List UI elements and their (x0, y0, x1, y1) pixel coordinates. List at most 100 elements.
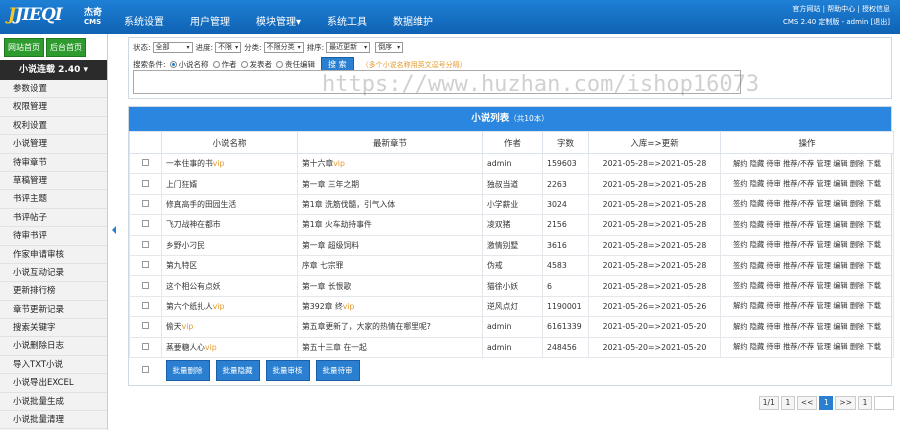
page-current[interactable]: 1 (819, 396, 834, 410)
sidebar-item-4[interactable]: 待审章节 (0, 154, 107, 172)
author-cell[interactable]: 独叔当道 (482, 173, 543, 195)
latest-chapter[interactable]: 第1章 火车劫持事件 (302, 220, 372, 229)
site-home-button[interactable]: 网站首页 (4, 37, 44, 57)
latest-chapter[interactable]: 序章 七宗罪 (302, 261, 343, 270)
radio-novel-name[interactable] (169, 61, 177, 68)
novel-name[interactable]: 蒸要糖人心 (166, 343, 205, 352)
latest-chapter-cell[interactable]: 第一章 三年之期 (297, 173, 483, 195)
sidebar-item-9[interactable]: 作家申请审核 (0, 246, 107, 264)
collapse-arrow-icon[interactable] (112, 226, 116, 234)
novel-name-cell[interactable]: 上门狂婿 (161, 173, 298, 195)
latest-chapter-cell[interactable]: 序章 七宗罪 (297, 254, 483, 277)
novel-name-cell[interactable]: 飞刀战神在都市 (161, 214, 298, 236)
sidebar-item-13[interactable]: 搜索关键字 (0, 319, 107, 338)
batch-button-2[interactable]: 批量审核 (265, 360, 310, 382)
latest-chapter[interactable]: 第五章更新了，大家的热情在哪里呢? (302, 322, 431, 331)
author-cell[interactable]: 激情别墅 (482, 234, 543, 256)
latest-chapter-cell[interactable]: 第1章 洗筋伐髓，引气入体 (297, 193, 483, 216)
latest-chapter[interactable]: 第392章 终 (302, 302, 343, 311)
sidebar-item-5[interactable]: 草稿管理 (0, 172, 107, 191)
sidebar-item-14[interactable]: 小说删除日志 (0, 337, 107, 356)
latest-chapter[interactable]: 第五十三章 在一起 (302, 343, 367, 352)
search-textarea[interactable] (133, 70, 741, 94)
sidebar-item-11[interactable]: 更新排行榜 (0, 282, 107, 301)
row-checkbox[interactable] (142, 240, 149, 248)
novel-name[interactable]: 上门狂婿 (166, 180, 197, 189)
operations-cell[interactable]: 签约 隐藏 待审 推荐/不荐 管理 编辑 删除 下载 (720, 214, 894, 236)
sidebar-item-10[interactable]: 小说互动记录 (0, 264, 107, 283)
novel-name[interactable]: 第九特区 (166, 261, 197, 270)
page-prev[interactable]: << (796, 396, 818, 410)
novel-name-cell[interactable]: 这个相公有点妖 (161, 275, 298, 297)
sidebar-item-12[interactable]: 章节更新记录 (0, 301, 107, 320)
latest-chapter[interactable]: 第一章 长恨歌 (302, 282, 351, 291)
status-select[interactable]: 全部 ▾ (152, 42, 193, 53)
row-checkbox[interactable] (142, 322, 149, 330)
row-checkbox[interactable] (142, 199, 149, 207)
row-checkbox[interactable] (142, 342, 149, 350)
row-checkbox[interactable] (142, 179, 149, 187)
sort-select[interactable]: 最近更新 ▾ (326, 42, 371, 53)
sidebar-item-1[interactable]: 权限管理 (0, 98, 107, 117)
novel-name[interactable]: 这个相公有点妖 (166, 282, 221, 291)
operations-cell[interactable]: 签约 隐藏 待审 推荐/不荐 管理 编辑 删除 下载 (720, 173, 894, 195)
top-nav-item-1[interactable]: 用户管理 (190, 13, 230, 28)
operations-cell[interactable]: 签约 隐藏 待审 推荐/不荐 管理 编辑 删除 下载 (720, 193, 894, 216)
help-center-link[interactable]: 帮助中心 (827, 5, 855, 13)
latest-chapter-cell[interactable]: 第五十三章 在一起 (297, 336, 483, 358)
sidebar-item-18[interactable]: 小说批量清理 (0, 411, 107, 430)
batch-button-0[interactable]: 批量删除 (165, 360, 210, 382)
top-nav-item-2[interactable]: 模块管理▾ (256, 13, 301, 28)
operations-cell[interactable]: 解约 隐藏 待审 推荐/不荐 管理 编辑 删除 下载 (720, 336, 894, 358)
latest-chapter-cell[interactable]: 第十六章vip (297, 152, 483, 175)
latest-chapter[interactable]: 第十六章 (302, 159, 333, 168)
version-line[interactable]: CMS 2.40 定制版 - admin [退出] (783, 16, 890, 29)
novel-name-cell[interactable]: 第六个纸扎人vip (161, 295, 298, 318)
row-checkbox[interactable] (142, 261, 149, 269)
top-nav-item-3[interactable]: 系统工具 (327, 13, 367, 28)
page-next[interactable]: >> (835, 396, 856, 410)
novel-name[interactable]: 飞刀战神在都市 (166, 220, 221, 229)
novel-name-cell[interactable]: 修真高手的田园生活 (161, 193, 298, 216)
select-all-checkbox[interactable] (142, 366, 149, 374)
top-nav-item-0[interactable]: 系统设置 (124, 13, 164, 28)
sidebar-item-8[interactable]: 待审书评 (0, 227, 107, 246)
sidebar-item-17[interactable]: 小说批量生成 (0, 393, 107, 412)
operations-cell[interactable]: 解约 隐藏 待审 推荐/不荐 管理 编辑 删除 下载 (720, 316, 894, 338)
row-checkbox[interactable] (142, 301, 149, 309)
sidebar-item-3[interactable]: 小说管理 (0, 135, 107, 154)
novel-name[interactable]: 一本住事的书 (166, 159, 213, 168)
novel-name[interactable]: 偷天 (166, 322, 182, 331)
sidebar-section-title[interactable]: 小说连载 2.40 ▾ (0, 60, 107, 80)
order-select[interactable]: 倒序 ▾ (375, 42, 404, 53)
latest-chapter-cell[interactable]: 第一章 超级饲料 (297, 234, 483, 256)
radio-editor[interactable] (276, 61, 284, 68)
latest-chapter[interactable]: 第一章 三年之期 (302, 180, 359, 189)
category-select[interactable]: 不限分类 ▾ (263, 42, 304, 53)
radio-author[interactable] (212, 61, 220, 68)
latest-chapter-cell[interactable]: 第392章 终vip (297, 295, 483, 318)
author-cell[interactable]: 伪戒 (482, 254, 543, 277)
sidebar-item-0[interactable]: 参数设置 (0, 80, 107, 99)
author-cell[interactable]: 凌双猪 (482, 214, 543, 236)
sidebar-item-16[interactable]: 小说导出EXCEL (0, 374, 107, 393)
row-checkbox[interactable] (142, 220, 149, 228)
sidebar-item-15[interactable]: 导入TXT小说 (0, 356, 107, 375)
operations-cell[interactable]: 解约 隐藏 待审 推荐/不荐 管理 编辑 删除 下载 (720, 295, 894, 318)
novel-name-cell[interactable]: 第九特区 (161, 254, 298, 277)
logo[interactable]: JJIEQI 杰奇 CMS (8, 3, 108, 31)
novel-name[interactable]: 第六个纸扎人 (166, 302, 213, 311)
sidebar-item-7[interactable]: 书评帖子 (0, 209, 107, 228)
author-cell[interactable]: admin (482, 152, 543, 175)
author-cell[interactable]: 逆风点灯 (482, 295, 543, 318)
license-info-link[interactable]: 授权信息 (862, 5, 890, 13)
author-cell[interactable]: admin (482, 316, 543, 338)
sidebar-item-6[interactable]: 书评主题 (0, 190, 107, 209)
page-last[interactable]: 1 (858, 396, 872, 410)
progress-select[interactable]: 不限 ▾ (215, 42, 242, 53)
top-nav-item-4[interactable]: 数据维护 (393, 13, 433, 28)
novel-name[interactable]: 修真高手的田园生活 (166, 200, 236, 209)
novel-name-cell[interactable]: 蒸要糖人心vip (161, 336, 298, 358)
latest-chapter-cell[interactable]: 第一章 长恨歌 (297, 275, 483, 297)
author-cell[interactable]: 猫徐小妖 (482, 275, 543, 297)
